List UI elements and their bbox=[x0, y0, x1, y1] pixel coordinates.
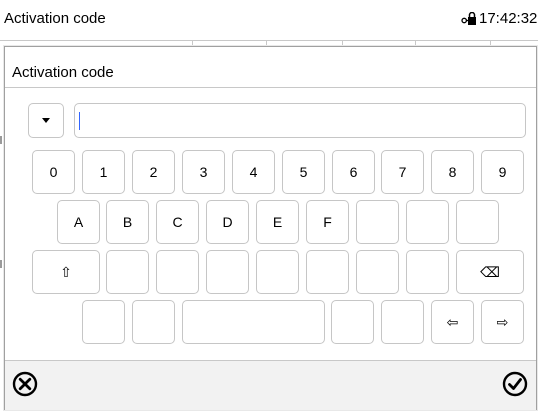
key-3[interactable]: 3 bbox=[182, 150, 225, 194]
key-6[interactable]: 6 bbox=[332, 150, 375, 194]
input-mode-dropdown[interactable] bbox=[28, 103, 64, 138]
key-e[interactable]: E bbox=[256, 200, 299, 244]
backspace-icon: ⌫ bbox=[480, 263, 500, 280]
dialog-header: Activation code bbox=[5, 47, 536, 88]
key-blank[interactable] bbox=[331, 300, 374, 344]
text-caret bbox=[79, 111, 80, 130]
key-9[interactable]: 9 bbox=[481, 150, 524, 194]
key-4[interactable]: 4 bbox=[232, 150, 275, 194]
key-a[interactable]: A bbox=[57, 200, 100, 244]
key-b[interactable]: B bbox=[106, 200, 149, 244]
key-blank[interactable] bbox=[106, 250, 149, 294]
key-c[interactable]: C bbox=[156, 200, 199, 244]
key-f[interactable]: F bbox=[306, 200, 349, 244]
key-blank[interactable] bbox=[356, 250, 399, 294]
title-bar: Activation code 17:42:32 bbox=[0, 0, 538, 41]
key-blank[interactable] bbox=[356, 200, 399, 244]
background-edge-mark bbox=[0, 136, 2, 144]
confirm-check-icon[interactable] bbox=[502, 371, 528, 397]
window-title: Activation code bbox=[4, 10, 106, 27]
activation-code-dialog: Activation code 0 1 2 3 4 5 6 7 8 9 A B … bbox=[4, 46, 537, 410]
dialog-footer bbox=[5, 360, 536, 410]
key-blank[interactable] bbox=[306, 250, 349, 294]
background-edge-mark bbox=[0, 260, 2, 268]
shift-key[interactable]: ⇧ bbox=[32, 250, 100, 294]
chevron-down-icon bbox=[42, 118, 50, 123]
key-1[interactable]: 1 bbox=[82, 150, 125, 194]
key-5[interactable]: 5 bbox=[282, 150, 325, 194]
arrow-right-icon: ⇨ bbox=[496, 313, 509, 330]
key-7[interactable]: 7 bbox=[381, 150, 424, 194]
key-blank[interactable] bbox=[256, 250, 299, 294]
backspace-key[interactable]: ⌫ bbox=[456, 250, 524, 294]
key-blank[interactable] bbox=[132, 300, 175, 344]
clock-time: 17:42:32 bbox=[479, 10, 538, 27]
key-blank[interactable] bbox=[206, 250, 249, 294]
key-blank[interactable] bbox=[406, 250, 449, 294]
key-blank[interactable] bbox=[406, 200, 449, 244]
cursor-left-key[interactable]: ⇦ bbox=[431, 300, 474, 344]
key-0[interactable]: 0 bbox=[32, 150, 75, 194]
lock-key-icon bbox=[461, 12, 476, 25]
cancel-circle-icon[interactable] bbox=[12, 371, 38, 397]
key-blank[interactable] bbox=[456, 200, 499, 244]
key-blank[interactable] bbox=[156, 250, 199, 294]
key-blank[interactable] bbox=[82, 300, 125, 344]
key-2[interactable]: 2 bbox=[132, 150, 175, 194]
dialog-title: Activation code bbox=[12, 64, 114, 81]
activation-code-input[interactable] bbox=[74, 103, 526, 138]
shift-arrow-icon: ⇧ bbox=[60, 263, 72, 280]
space-key[interactable] bbox=[182, 300, 325, 344]
key-8[interactable]: 8 bbox=[431, 150, 474, 194]
arrow-left-icon: ⇦ bbox=[446, 313, 459, 330]
cursor-right-key[interactable]: ⇨ bbox=[481, 300, 524, 344]
key-d[interactable]: D bbox=[206, 200, 249, 244]
key-blank[interactable] bbox=[381, 300, 424, 344]
